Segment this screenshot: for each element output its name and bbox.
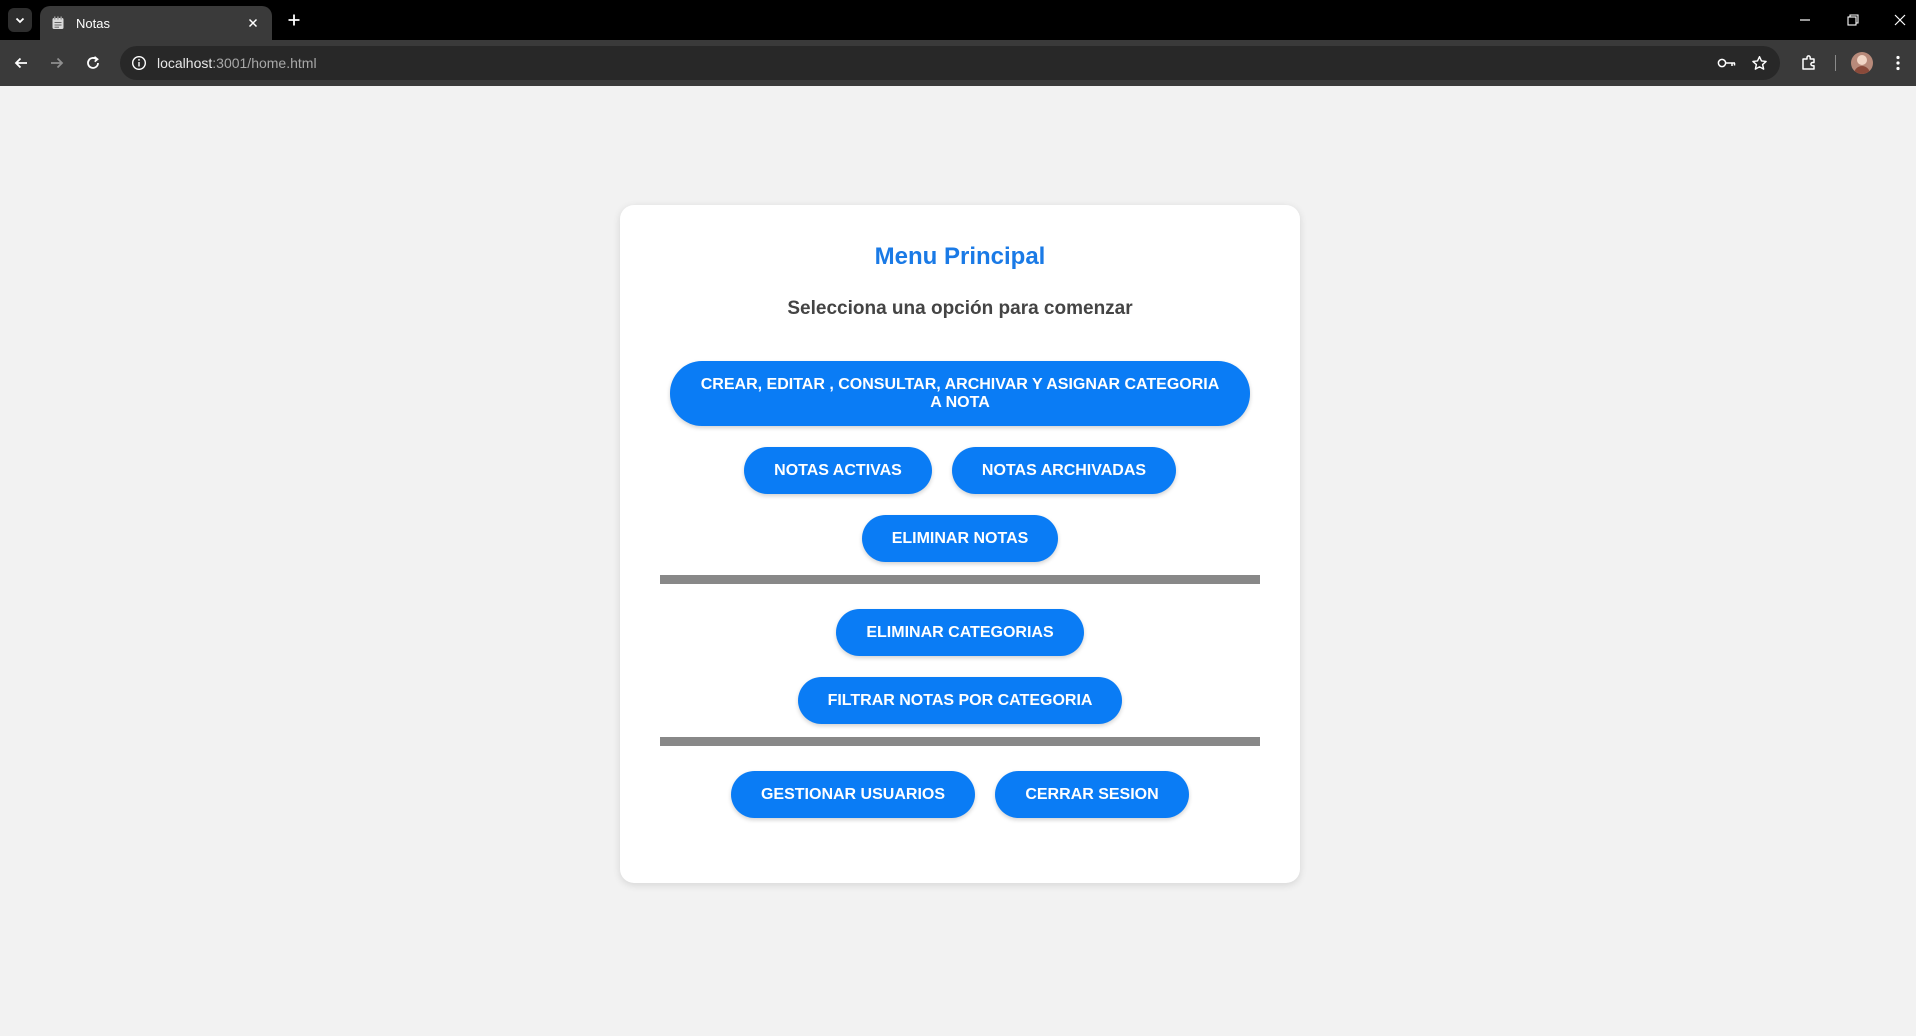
tab-title: Notas <box>76 15 110 31</box>
eliminar-categorias-button[interactable]: ELIMINAR CATEGORIAS <box>836 609 1084 656</box>
tab-notas[interactable]: Notas <box>40 6 272 40</box>
address-bar[interactable]: localhost:3001/home.html <box>120 46 1780 80</box>
crear-editar-nota-button[interactable]: CREAR, EDITAR , CONSULTAR, ARCHIVAR Y AS… <box>670 361 1250 426</box>
browser-toolbar: localhost:3001/home.html <box>0 40 1916 86</box>
notas-archivadas-button[interactable]: NOTAS ARCHIVADAS <box>952 447 1176 494</box>
avatar[interactable] <box>1851 52 1873 74</box>
url-text: localhost:3001/home.html <box>157 55 317 71</box>
close-icon[interactable] <box>244 14 262 32</box>
chevron-down-icon <box>15 17 25 24</box>
url-host: localhost <box>157 55 213 71</box>
tab-search-button[interactable] <box>8 8 32 32</box>
page-subtitle: Selecciona una opción para comenzar <box>787 298 1133 319</box>
toolbar-separator <box>1835 55 1836 71</box>
notepad-icon <box>50 15 66 31</box>
notas-activas-button[interactable]: NOTAS ACTIVAS <box>744 447 932 494</box>
plus-icon[interactable] <box>282 8 306 32</box>
key-icon[interactable] <box>1717 54 1737 72</box>
section-divider <box>660 575 1260 584</box>
filtrar-notas-button[interactable]: FILTRAR NOTAS POR CATEGORIA <box>798 677 1122 724</box>
cerrar-sesion-button[interactable]: CERRAR SESION <box>995 771 1189 818</box>
close-window-icon[interactable] <box>1888 8 1912 32</box>
main-menu-card: Menu Principal Selecciona una opción par… <box>620 205 1300 883</box>
info-icon[interactable] <box>130 54 148 72</box>
forward-arrow-icon[interactable] <box>45 51 69 75</box>
tab-strip: Notas <box>0 0 1916 40</box>
star-icon[interactable] <box>1749 54 1769 72</box>
minimize-icon[interactable] <box>1793 8 1817 32</box>
restore-icon[interactable] <box>1841 8 1865 32</box>
back-arrow-icon[interactable] <box>9 51 33 75</box>
more-vertical-icon[interactable] <box>1886 51 1910 75</box>
section-divider <box>660 737 1260 746</box>
url-path: :3001/home.html <box>212 55 317 71</box>
eliminar-notas-button[interactable]: ELIMINAR NOTAS <box>862 515 1058 562</box>
reload-icon[interactable] <box>81 51 105 75</box>
page-viewport: Menu Principal Selecciona una opción par… <box>0 86 1916 1036</box>
gestionar-usuarios-button[interactable]: GESTIONAR USUARIOS <box>731 771 975 818</box>
page-title: Menu Principal <box>874 243 1046 270</box>
extensions-icon[interactable] <box>1797 51 1821 75</box>
